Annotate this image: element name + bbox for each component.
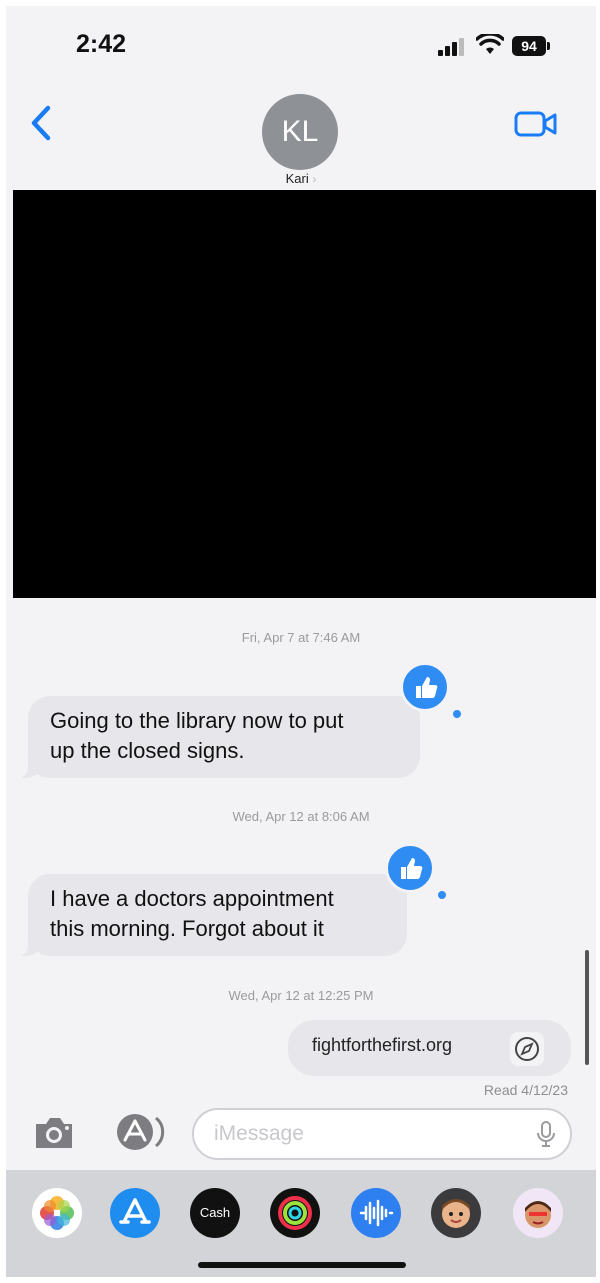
message-line: I have a doctors appointment [50, 886, 334, 911]
battery-nub [547, 42, 550, 50]
message-line: this morning. Forgot about it [50, 916, 324, 941]
activity-icon[interactable] [270, 1188, 320, 1238]
safari-compass-icon [510, 1032, 544, 1066]
wifi-icon [476, 34, 504, 54]
message-timestamp: Fri, Apr 7 at 7:46 AM [241, 630, 361, 645]
facetime-video-icon[interactable] [514, 110, 558, 138]
message-timestamp: Wed, Apr 12 at 12:25 PM [228, 988, 374, 1003]
app-store-icon[interactable] [110, 1188, 160, 1238]
apple-cash-icon[interactable]: Cash [190, 1188, 240, 1238]
battery-icon: 94 [512, 36, 546, 56]
contact-avatar[interactable]: KL [262, 94, 338, 170]
home-indicator[interactable] [198, 1262, 406, 1268]
status-bar: 2:42 94 [6, 6, 596, 86]
message-input-placeholder: iMessage [214, 1122, 304, 1145]
tapback-thumbs-up-icon[interactable] [385, 843, 446, 899]
app-drawer-icon[interactable] [109, 1112, 169, 1152]
imessage-app-drawer: Cash [6, 1170, 596, 1277]
memoji-stickers-icon[interactable] [513, 1188, 563, 1238]
apple-cash-label: Cash [199, 1205, 231, 1220]
link-preview-text: fightforthefirst.org [312, 1035, 453, 1055]
camera-icon[interactable] [32, 1112, 76, 1152]
photos-icon[interactable] [32, 1188, 82, 1238]
scrollbar[interactable] [585, 950, 589, 1065]
contact-name: Kari [285, 171, 309, 186]
contact-chevron-icon: › [312, 172, 317, 186]
message-timestamp: Wed, Apr 12 at 8:06 AM [232, 809, 370, 824]
dictation-mic-icon[interactable] [536, 1120, 556, 1148]
message-line: up the closed signs. [50, 738, 245, 763]
read-receipt: Read 4/12/23 [483, 1082, 568, 1098]
status-time: 2:42 [76, 30, 127, 58]
memoji-icon[interactable] [431, 1188, 481, 1238]
audio-message-icon[interactable] [351, 1188, 401, 1238]
outgoing-link-bubble[interactable]: fightforthefirst.org [288, 1020, 571, 1076]
incoming-message-bubble[interactable]: I have a doctors appointment this mornin… [18, 874, 407, 956]
incoming-message-bubble[interactable]: Going to the library now to put up the c… [18, 696, 420, 778]
contact-name-row[interactable]: Kari › [6, 171, 596, 186]
message-line: Going to the library now to put [50, 708, 344, 733]
cellular-signal-icon [438, 38, 468, 56]
back-chevron-icon[interactable] [28, 104, 52, 142]
tapback-thumbs-up-icon[interactable] [400, 662, 461, 718]
redacted-region [13, 190, 596, 598]
messages-screen: 2:42 94 KL Kari › Fri, Apr 7 at 7:46 AM … [6, 6, 596, 1277]
message-input[interactable]: iMessage [192, 1108, 572, 1160]
